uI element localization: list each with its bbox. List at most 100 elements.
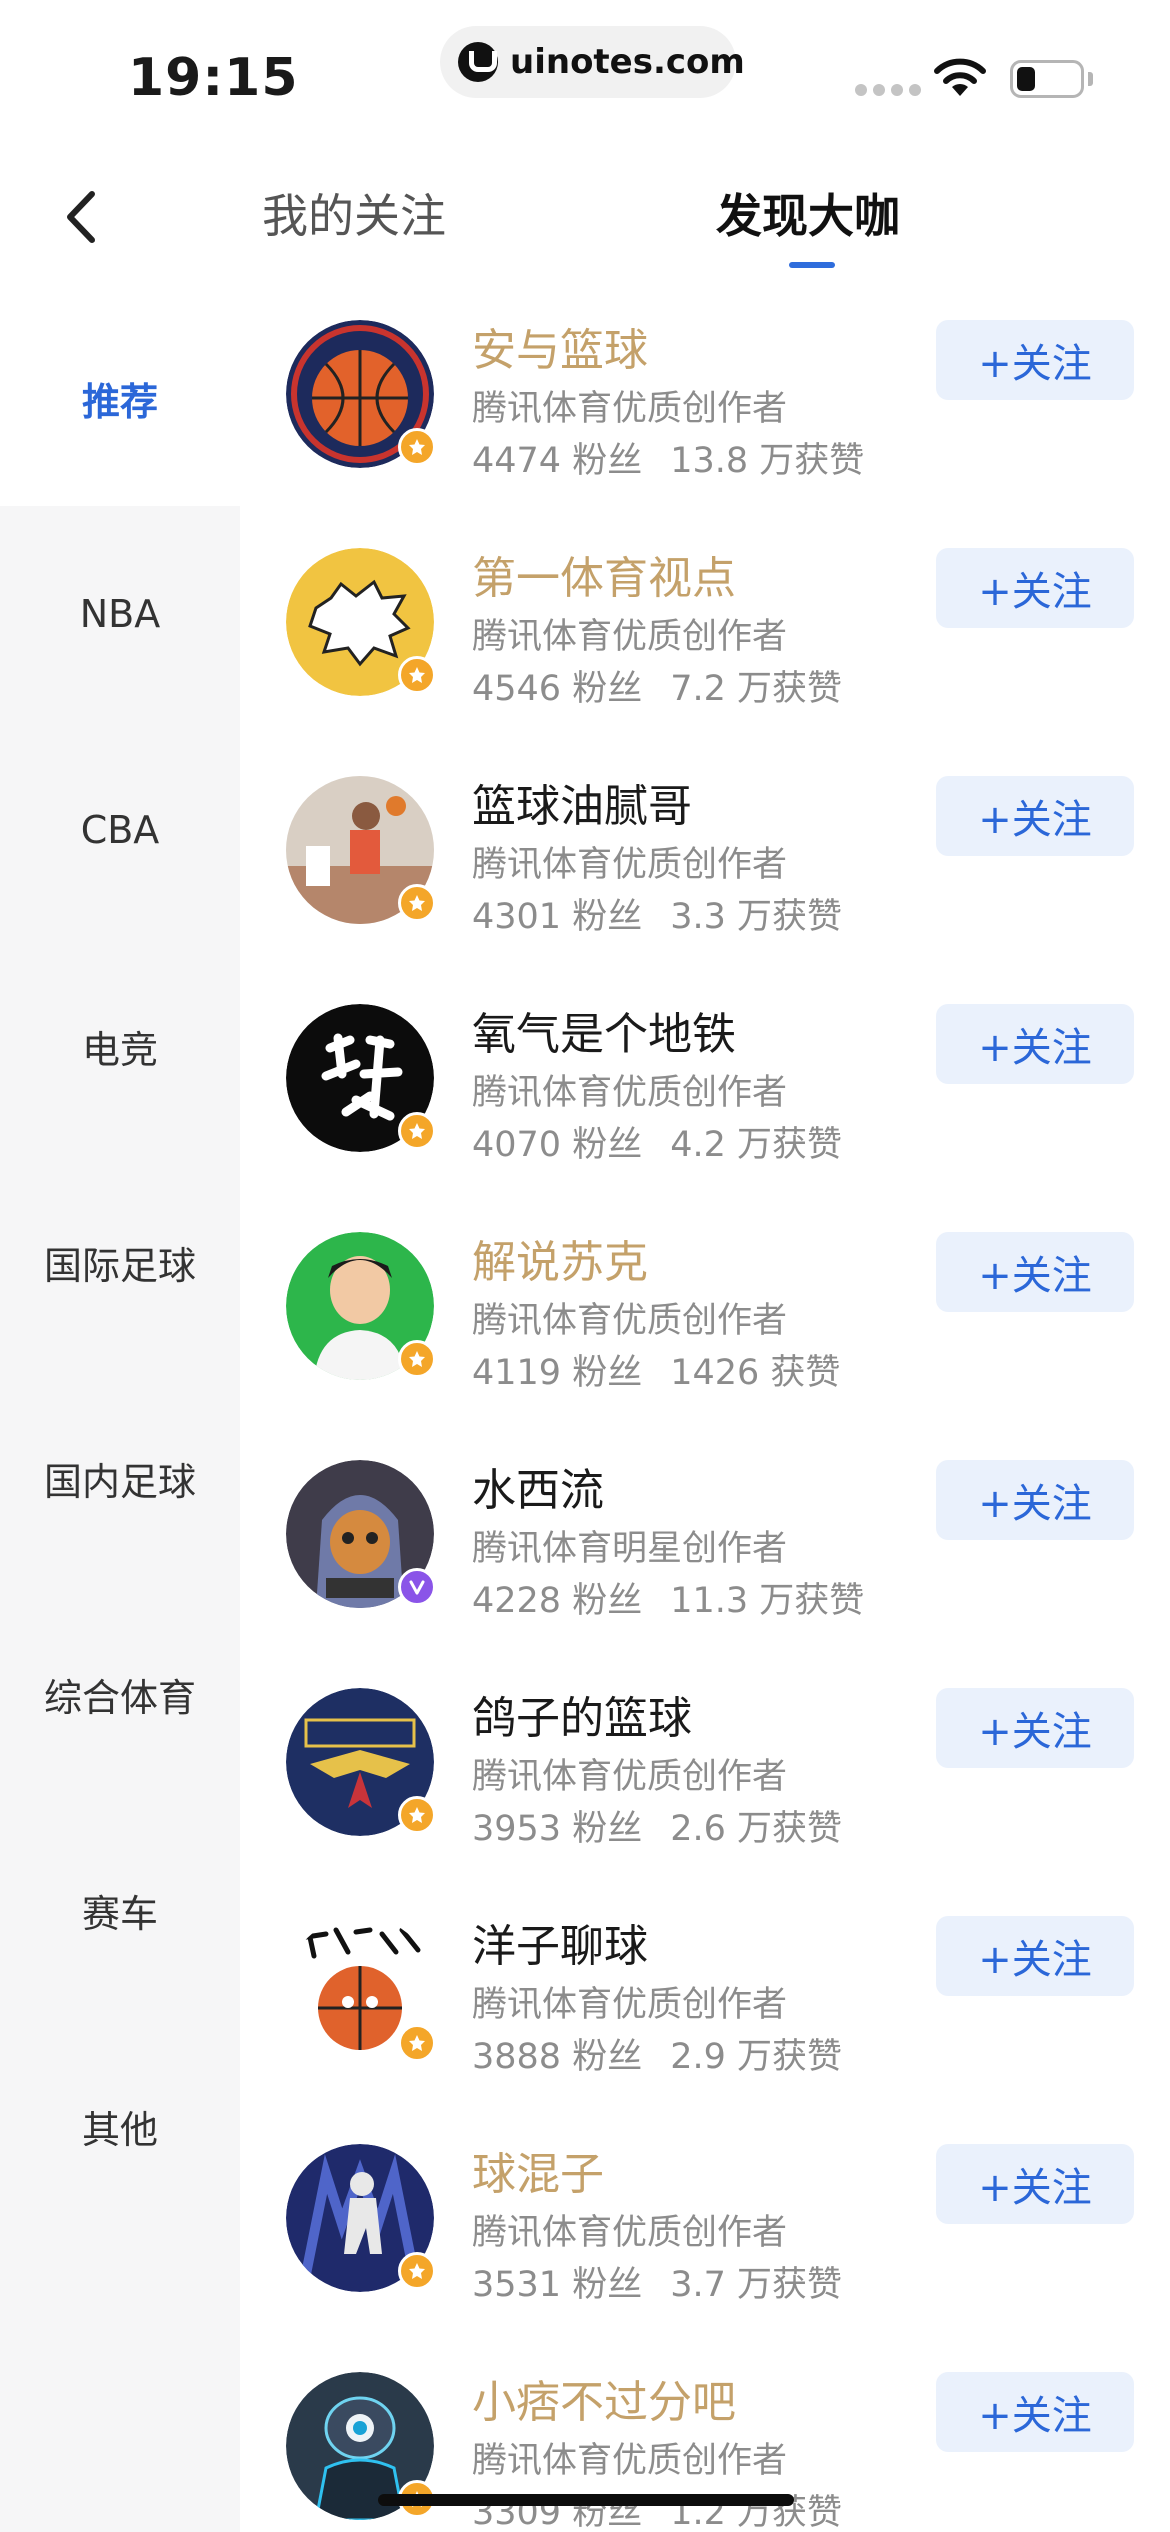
tab-discover[interactable]: 发现大咖 — [716, 180, 900, 246]
creator-description: 腾讯体育优质创作者 — [472, 617, 788, 657]
creator-stats: 4546 粉丝 7.2 万获赞 — [472, 660, 842, 711]
likes-count: 7.2 万获赞 — [670, 669, 842, 709]
fans-count: 4119 粉丝 — [472, 1353, 643, 1393]
verified-badge-icon — [398, 1112, 436, 1150]
creator-name[interactable]: 洋子聊球 — [472, 1910, 648, 1974]
sidebar-item-other[interactable]: 其他 — [0, 2018, 240, 2234]
verified-badge-icon — [398, 656, 436, 694]
follow-button[interactable]: +关注 — [936, 320, 1134, 400]
sidebar-item-intl-football[interactable]: 国际足球 — [0, 1154, 240, 1370]
status-time: 19:15 — [128, 48, 299, 108]
fans-count: 3953 粉丝 — [472, 1809, 643, 1849]
likes-count: 13.8 万获赞 — [670, 441, 865, 481]
creator-stats: 4228 粉丝 11.3 万获赞 — [472, 1572, 864, 1623]
fans-count: 3888 粉丝 — [472, 2037, 643, 2077]
creator-name[interactable]: 氧气是个地铁 — [472, 998, 736, 1062]
creator-description: 腾讯体育优质创作者 — [472, 1301, 788, 1341]
status-bar: 19:15 uinotes.com — [0, 0, 1170, 140]
creator-stats: 4070 粉丝 4.2 万获赞 — [472, 1116, 842, 1167]
verified-badge-icon — [398, 884, 436, 922]
star-creator-badge-icon — [398, 1568, 436, 1606]
creator-stats: 4301 粉丝 3.3 万获赞 — [472, 888, 842, 939]
creator-name[interactable]: 球混子 — [472, 2138, 604, 2202]
creator-row[interactable]: 球混子 腾讯体育优质创作者 3531 粉丝 3.7 万获赞 +关注 — [240, 2118, 1170, 2346]
tab-following[interactable]: 我的关注 — [262, 180, 446, 246]
creator-stats: 3888 粉丝 2.9 万获赞 — [472, 2028, 842, 2079]
creator-description: 腾讯体育优质创作者 — [472, 2213, 788, 2253]
creator-name[interactable]: 水西流 — [472, 1454, 604, 1518]
fans-count: 4546 粉丝 — [472, 669, 643, 709]
creator-stats: 4119 粉丝 1426 获赞 — [472, 1344, 840, 1395]
creator-row[interactable]: 解说苏克 腾讯体育优质创作者 4119 粉丝 1426 获赞 +关注 — [240, 1206, 1170, 1434]
verified-badge-icon — [398, 428, 436, 466]
creator-name[interactable]: 篮球油腻哥 — [472, 770, 692, 834]
fans-count: 3531 粉丝 — [472, 2265, 643, 2305]
creator-name[interactable]: 鸽子的篮球 — [472, 1682, 692, 1746]
follow-button[interactable]: +关注 — [936, 2372, 1134, 2452]
likes-count: 3.3 万获赞 — [670, 897, 842, 937]
verified-badge-icon — [398, 1340, 436, 1378]
back-button[interactable] — [52, 182, 112, 252]
creator-stats: 4474 粉丝 13.8 万获赞 — [472, 432, 864, 483]
creator-row[interactable]: 水西流 腾讯体育明星创作者 4228 粉丝 11.3 万获赞 +关注 — [240, 1434, 1170, 1662]
sidebar-item-recommend[interactable]: 推荐 — [0, 290, 240, 506]
creator-name[interactable]: 第一体育视点 — [472, 542, 736, 606]
creator-row[interactable]: 安与篮球 腾讯体育优质创作者 4474 粉丝 13.8 万获赞 +关注 — [240, 294, 1170, 522]
fans-count: 4474 粉丝 — [472, 441, 643, 481]
fans-count: 4070 粉丝 — [472, 1125, 643, 1165]
sidebar-item-domestic-football[interactable]: 国内足球 — [0, 1370, 240, 1586]
top-nav: 我的关注 发现大咖 — [0, 140, 1170, 290]
creator-stats: 3953 粉丝 2.6 万获赞 — [472, 1800, 842, 1851]
follow-button[interactable]: +关注 — [936, 1916, 1134, 1996]
likes-count: 4.2 万获赞 — [670, 1125, 842, 1165]
battery-cap — [1088, 72, 1093, 86]
follow-button[interactable]: +关注 — [936, 1688, 1134, 1768]
creator-description: 腾讯体育明星创作者 — [472, 1529, 788, 1569]
home-indicator[interactable] — [378, 2494, 794, 2506]
creator-name[interactable]: 安与篮球 — [472, 314, 648, 378]
verified-badge-icon — [398, 1796, 436, 1834]
likes-count: 2.9 万获赞 — [670, 2037, 842, 2077]
sidebar-item-nba[interactable]: NBA — [0, 506, 240, 722]
url-text: uinotes.com — [510, 42, 745, 82]
creator-stats: 3309 粉丝 1.2 万获赞 — [472, 2484, 842, 2532]
creator-row[interactable]: 氧气是个地铁 腾讯体育优质创作者 4070 粉丝 4.2 万获赞 +关注 — [240, 978, 1170, 1206]
likes-count: 1426 获赞 — [670, 1353, 841, 1393]
follow-button[interactable]: +关注 — [936, 776, 1134, 856]
sidebar-item-cba[interactable]: CBA — [0, 722, 240, 938]
sidebar-item-esports[interactable]: 电竞 — [0, 938, 240, 1154]
category-sidebar: 推荐 NBA CBA 电竞 国际足球 国内足球 综合体育 赛车 其他 — [0, 290, 240, 2532]
sidebar-item-racing[interactable]: 赛车 — [0, 1802, 240, 2018]
follow-button[interactable]: +关注 — [936, 1004, 1134, 1084]
creator-name[interactable]: 小痞不过分吧 — [472, 2366, 736, 2430]
battery-icon — [1010, 60, 1084, 98]
wifi-icon — [934, 58, 986, 96]
fans-count: 4228 粉丝 — [472, 1581, 643, 1621]
creator-description: 腾讯体育优质创作者 — [472, 845, 788, 885]
verified-badge-icon — [398, 2024, 436, 2062]
creator-row[interactable]: 洋子聊球 腾讯体育优质创作者 3888 粉丝 2.9 万获赞 +关注 — [240, 1890, 1170, 2118]
verified-badge-icon — [398, 2252, 436, 2290]
active-tab-indicator — [789, 262, 835, 268]
creator-stats: 3531 粉丝 3.7 万获赞 — [472, 2256, 842, 2307]
signal-icon — [855, 84, 921, 96]
site-logo-icon — [458, 42, 498, 82]
creator-description: 腾讯体育优质创作者 — [472, 1073, 788, 1113]
follow-button[interactable]: +关注 — [936, 548, 1134, 628]
likes-count: 3.7 万获赞 — [670, 2265, 842, 2305]
follow-button[interactable]: +关注 — [936, 1460, 1134, 1540]
creator-name[interactable]: 解说苏克 — [472, 1226, 648, 1290]
creator-description: 腾讯体育优质创作者 — [472, 389, 788, 429]
creator-row[interactable]: 鸽子的篮球 腾讯体育优质创作者 3953 粉丝 2.6 万获赞 +关注 — [240, 1662, 1170, 1890]
fans-count: 4301 粉丝 — [472, 897, 643, 937]
creator-description: 腾讯体育优质创作者 — [472, 2441, 788, 2481]
creator-row[interactable]: 第一体育视点 腾讯体育优质创作者 4546 粉丝 7.2 万获赞 +关注 — [240, 522, 1170, 750]
creator-row[interactable]: 篮球油腻哥 腾讯体育优质创作者 4301 粉丝 3.3 万获赞 +关注 — [240, 750, 1170, 978]
likes-count: 2.6 万获赞 — [670, 1809, 842, 1849]
follow-button[interactable]: +关注 — [936, 1232, 1134, 1312]
sidebar-item-general-sports[interactable]: 综合体育 — [0, 1586, 240, 1802]
follow-button[interactable]: +关注 — [936, 2144, 1134, 2224]
creator-description: 腾讯体育优质创作者 — [472, 1757, 788, 1797]
creator-description: 腾讯体育优质创作者 — [472, 1985, 788, 2025]
url-pill[interactable]: uinotes.com — [440, 26, 745, 98]
